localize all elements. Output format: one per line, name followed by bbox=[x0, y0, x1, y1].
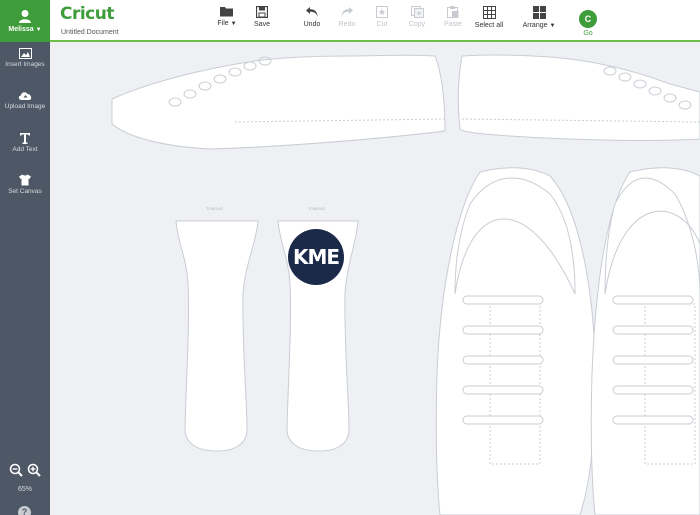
chevron-down-icon: ▼ bbox=[230, 21, 237, 27]
document-title[interactable]: Untitled Document bbox=[61, 29, 119, 36]
sidebar-item-set-canvas[interactable]: Set Canvas bbox=[0, 168, 50, 210]
redo-icon bbox=[341, 7, 353, 17]
arrange-menu-button[interactable]: Arrange ▼ bbox=[519, 6, 559, 29]
copy-label: Copy bbox=[408, 21, 426, 28]
go-button[interactable]: C bbox=[579, 10, 597, 28]
sidebar-item-label: Add Text bbox=[12, 146, 38, 153]
sidebar-item-insert-images[interactable]: Insert Images bbox=[0, 42, 50, 84]
monogram-image[interactable]: KME bbox=[288, 229, 344, 285]
tshirt-icon bbox=[19, 174, 31, 186]
select-all-button[interactable]: Select all bbox=[469, 6, 509, 29]
file-label: File bbox=[217, 20, 229, 27]
image-icon bbox=[18, 48, 32, 59]
undo-button[interactable]: Undo bbox=[292, 6, 332, 28]
sidebar-item-label: Set Canvas bbox=[8, 188, 42, 195]
copy-button[interactable]: Copy bbox=[397, 6, 437, 28]
tongue-label-left: TONGUE bbox=[206, 206, 224, 211]
paste-icon bbox=[447, 6, 459, 18]
monogram-text: KME bbox=[292, 245, 340, 269]
sidebar-item-add-text[interactable]: Add Text bbox=[0, 126, 50, 168]
redo-label: Redo bbox=[338, 21, 356, 28]
zoom-level: 65% bbox=[17, 486, 32, 493]
arrange-label: Arrange bbox=[522, 22, 548, 29]
text-icon bbox=[20, 133, 30, 144]
save-button[interactable]: Save bbox=[242, 6, 282, 28]
redo-button[interactable]: Redo bbox=[327, 6, 367, 28]
upload-cloud-icon bbox=[18, 92, 31, 100]
copy-icon bbox=[410, 6, 424, 18]
shoe-side-left bbox=[111, 54, 446, 150]
save-label: Save bbox=[254, 21, 270, 28]
undo-label: Undo bbox=[303, 21, 321, 28]
cut-icon bbox=[376, 6, 388, 18]
design-canvas[interactable]: TONGUE TONGUE KME bbox=[50, 44, 700, 515]
select-all-icon bbox=[482, 6, 496, 19]
cut-button[interactable]: Cut bbox=[362, 6, 402, 28]
help-icon[interactable]: ? bbox=[18, 506, 31, 515]
zoom-in-icon[interactable] bbox=[27, 463, 41, 477]
shoe-template-art bbox=[111, 54, 700, 515]
top-toolbar: Cricut Untitled Document File ▼ Save Und… bbox=[50, 0, 700, 42]
user-icon bbox=[19, 10, 31, 23]
tongue-label-right: TONGUE bbox=[308, 206, 326, 211]
tongue-left bbox=[175, 220, 259, 452]
chevron-down-icon: ▼ bbox=[35, 27, 42, 33]
user-menu[interactable]: Melissa ▼ bbox=[0, 0, 50, 42]
paste-button[interactable]: Paste bbox=[433, 6, 473, 28]
folder-icon bbox=[220, 7, 233, 17]
arrange-icon bbox=[532, 6, 546, 19]
chevron-down-icon: ▼ bbox=[549, 23, 556, 29]
file-menu-button[interactable]: File ▼ bbox=[207, 6, 247, 27]
cut-label: Cut bbox=[376, 21, 388, 28]
go-label: Go bbox=[583, 30, 593, 37]
left-sidebar: Melissa ▼ Insert Images Upload Image Add… bbox=[0, 0, 50, 515]
zoom-out-icon[interactable] bbox=[9, 463, 23, 477]
sidebar-item-label: Insert Images bbox=[5, 61, 45, 68]
select-all-label: Select all bbox=[474, 22, 504, 29]
user-name: Melissa ▼ bbox=[8, 26, 42, 33]
sidebar-item-upload-image[interactable]: Upload Image bbox=[0, 84, 50, 126]
undo-icon bbox=[306, 7, 318, 17]
paste-label: Paste bbox=[444, 21, 462, 28]
save-icon bbox=[256, 6, 268, 18]
zoom-controls bbox=[0, 463, 50, 477]
cricut-logo: Cricut bbox=[60, 4, 115, 24]
sidebar-item-label: Upload Image bbox=[4, 103, 46, 110]
